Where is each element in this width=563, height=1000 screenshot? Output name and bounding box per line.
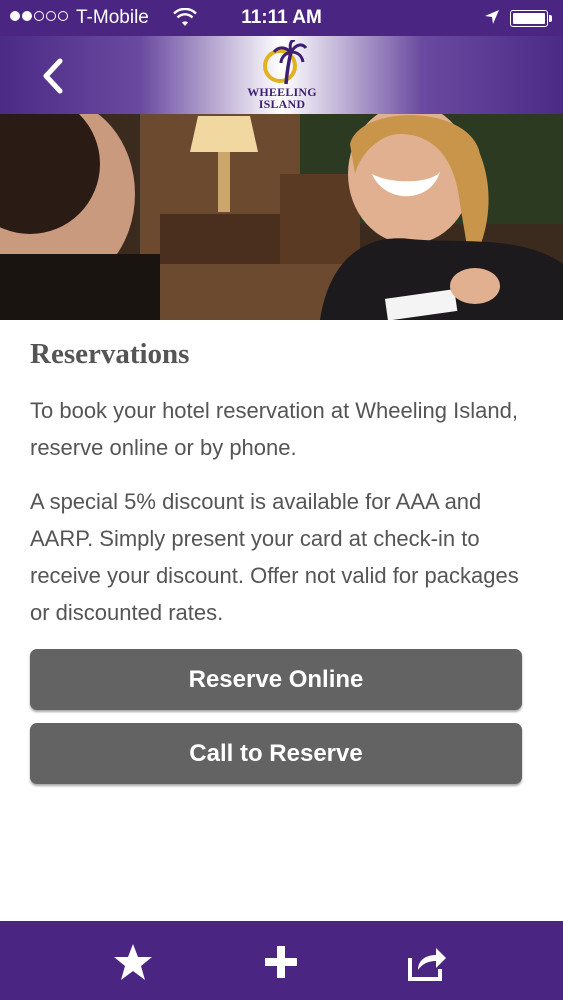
share-icon [408, 948, 446, 981]
share-button[interactable] [406, 942, 446, 982]
location-arrow-icon [484, 9, 500, 31]
palm-tree-icon [263, 40, 308, 85]
call-to-reserve-button[interactable]: Call to Reserve [30, 723, 522, 784]
plus-icon [265, 946, 297, 978]
add-button[interactable] [261, 942, 301, 982]
back-button[interactable] [36, 56, 72, 96]
favorite-button[interactable] [113, 942, 153, 982]
hero-photo [0, 114, 563, 320]
intro-paragraph: To book your hotel reservation at Wheeli… [30, 398, 518, 460]
discount-paragraph: A special 5% discount is available for A… [30, 489, 519, 625]
reserve-online-button[interactable]: Reserve Online [30, 649, 522, 710]
chevron-left-icon [43, 58, 63, 94]
page-title: Reservations [30, 338, 190, 370]
wheeling-island-logo: WHEELING ISLAND [236, 40, 328, 112]
logo-line-2: ISLAND [258, 97, 306, 111]
battery-icon [510, 10, 548, 27]
battery-tip [549, 15, 552, 22]
logo-wordmark: WHEELING ISLAND [236, 86, 328, 110]
clock-time: 11:11 AM [241, 7, 322, 28]
star-icon [114, 944, 152, 980]
app-header: WHEELING ISLAND [0, 36, 563, 114]
bottom-toolbar [0, 921, 563, 1000]
status-bar: T-Mobile 11:11 AM [0, 0, 563, 36]
